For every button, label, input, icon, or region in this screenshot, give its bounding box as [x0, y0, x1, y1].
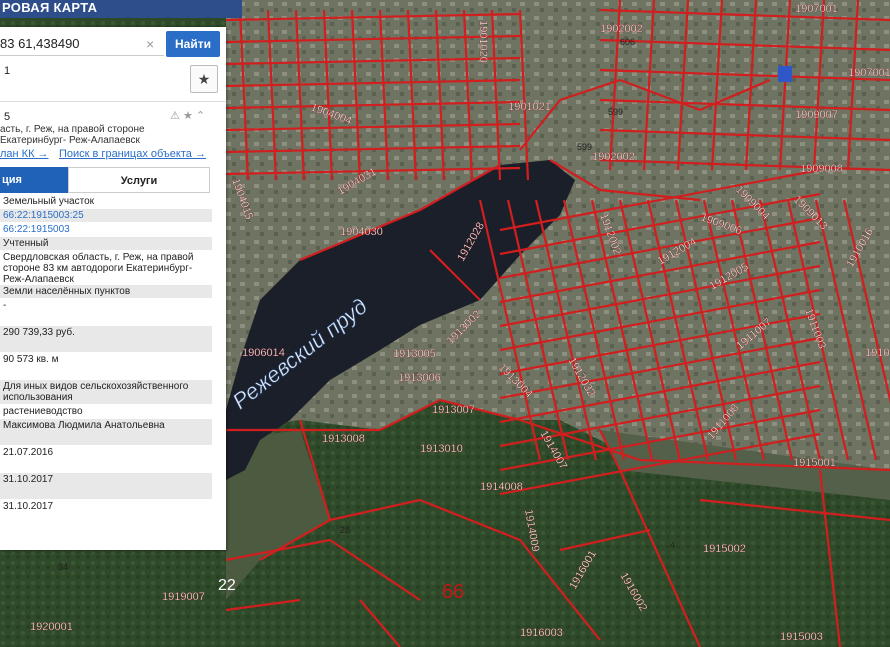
- parcel-label[interactable]: 1904030: [340, 226, 383, 238]
- app-title-bar: РОВАЯ КАРТА: [0, 0, 242, 18]
- app-title: РОВАЯ КАРТА: [2, 0, 98, 15]
- divider: [0, 101, 226, 102]
- road-number: 599: [577, 142, 592, 152]
- building-marker: [778, 66, 792, 82]
- object-address-line-1: асть, г. Реж, на правой стороне: [0, 124, 145, 135]
- attribute-row: -: [3, 300, 7, 311]
- parcel-label[interactable]: 1909008: [800, 163, 843, 175]
- parcel-label[interactable]: 1909007: [795, 109, 838, 121]
- road-number: 28: [340, 525, 350, 535]
- parcel-label[interactable]: 1902002: [600, 23, 643, 35]
- parcel-label[interactable]: 1906014: [242, 347, 285, 359]
- parcel-label[interactable]: 1915002: [703, 543, 746, 555]
- attribute-row: 31.10.2017: [0, 473, 212, 499]
- parcel-label[interactable]: 1913005: [393, 348, 436, 360]
- big-number-label: 66: [442, 581, 464, 603]
- road-number: 599: [608, 107, 623, 117]
- result-count: 1: [4, 65, 11, 77]
- parcel-label[interactable]: 1913008: [322, 433, 365, 445]
- object-address-line-2: Екатеринбург- Реж-Алапаевск: [0, 135, 140, 146]
- tab-bar: ция Услуги: [0, 167, 210, 193]
- attribute-row: Учтенный: [0, 237, 212, 250]
- parcel-label[interactable]: 1901020: [477, 20, 489, 63]
- road-number: 4: [670, 540, 675, 550]
- attribute-row: растениеводство: [3, 406, 83, 417]
- road-number: 22: [218, 577, 236, 594]
- parcel-label[interactable]: 1913007: [432, 404, 475, 416]
- parcel-label[interactable]: 1914008: [480, 481, 523, 493]
- favorite-star-button[interactable]: ★: [190, 65, 218, 93]
- attribute-row: 90 573 кв. м: [3, 354, 59, 365]
- parcel-label[interactable]: 1920001: [30, 621, 73, 633]
- attribute-row[interactable]: 66:22:1915003: [0, 223, 212, 236]
- parcel-label[interactable]: 1913006: [398, 372, 441, 384]
- parcel-label[interactable]: 1915001: [793, 457, 836, 469]
- parcel-label[interactable]: 1913010: [420, 443, 463, 455]
- attribute-row: Земельный участок: [3, 196, 95, 207]
- attribute-row: Для иных видов сельскохозяйственного исп…: [0, 380, 212, 404]
- object-address: асть, г. Реж, на правой стороне Екатерин…: [0, 124, 216, 146]
- attribute-row: Земли населённых пунктов: [0, 285, 212, 298]
- object-number: 5: [4, 111, 11, 123]
- attribute-row[interactable]: 66:22:1915003:25: [0, 209, 212, 222]
- parcel-label[interactable]: 1907001: [848, 67, 890, 79]
- attribute-row: Свердловская область, г. Реж, на правой …: [3, 252, 194, 285]
- star-icon: ★: [197, 71, 211, 87]
- attribute-row: 290 739,33 руб.: [0, 326, 212, 352]
- parcel-label[interactable]: 1916003: [520, 627, 563, 639]
- warning-icon[interactable]: ⚠: [170, 110, 180, 122]
- parcel-label[interactable]: 1901021: [508, 101, 551, 113]
- tab-services[interactable]: Услуги: [68, 167, 210, 193]
- tab-information[interactable]: ция: [0, 167, 70, 193]
- search-input[interactable]: [0, 31, 164, 56]
- parcel-label[interactable]: 1915003: [780, 631, 823, 643]
- road-number: 34: [58, 562, 68, 572]
- parcel-label[interactable]: 1902002: [592, 151, 635, 163]
- clear-icon[interactable]: ×: [146, 36, 154, 52]
- bookmark-star-icon[interactable]: ★: [183, 110, 193, 122]
- chevron-up-icon[interactable]: ⌃: [196, 110, 205, 122]
- plan-link[interactable]: лан КК →: [0, 148, 49, 160]
- road-number: 606: [620, 37, 635, 47]
- attribute-row: 21.07.2016: [3, 447, 54, 458]
- search-row: × Найти: [0, 29, 226, 59]
- parcel-label[interactable]: 1907001: [795, 3, 838, 15]
- object-icons: ⚠ ★ ⌃: [170, 109, 205, 122]
- parcel-label[interactable]: 1919007: [162, 591, 205, 603]
- attribute-row: 31.10.2017: [3, 501, 54, 512]
- find-button[interactable]: Найти: [166, 31, 220, 57]
- search-in-bounds-link[interactable]: Поиск в границах объекта →: [59, 148, 206, 160]
- info-panel: × Найти 1 ★ 5 ⚠ ★ ⌃ асть, г. Реж, на пра…: [0, 27, 226, 550]
- attribute-row: Максимова Людмила Анатольевна: [0, 419, 212, 445]
- parcel-label[interactable]: 1910001: [865, 347, 890, 359]
